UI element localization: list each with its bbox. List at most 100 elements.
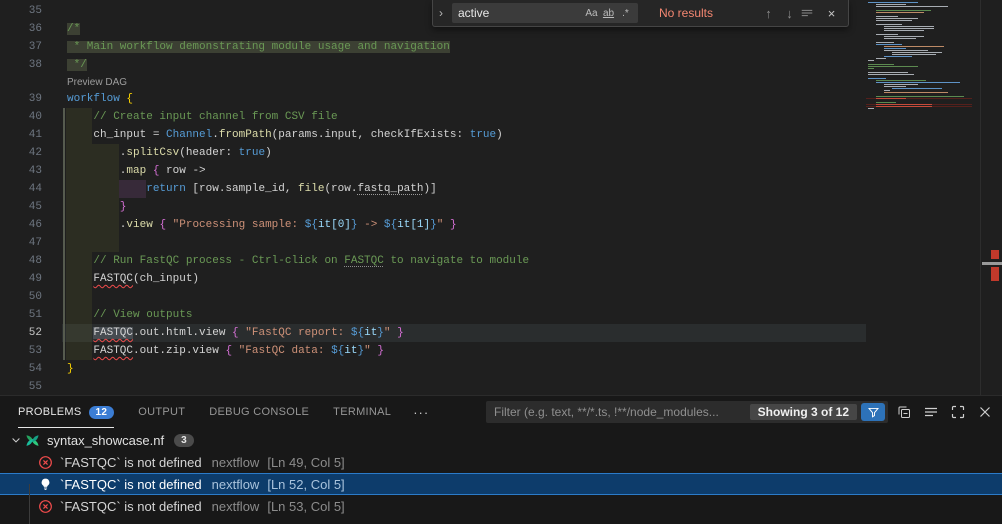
code-line[interactable]: 49 FASTQC(ch_input) bbox=[0, 270, 866, 288]
panel-tab-problems[interactable]: PROBLEMS12 bbox=[18, 396, 114, 428]
find-input[interactable]: active Aa ab .* bbox=[452, 3, 638, 23]
panel-tab-output[interactable]: OUTPUT bbox=[138, 396, 185, 428]
line-number[interactable]: 47 bbox=[0, 234, 62, 252]
ruler-error-mark bbox=[991, 267, 999, 281]
code-line[interactable]: 40 // Create input channel from CSV file bbox=[0, 108, 866, 126]
chevron-down-icon[interactable] bbox=[8, 434, 24, 446]
line-number[interactable]: 48 bbox=[0, 252, 62, 270]
line-number[interactable]: 49 bbox=[0, 270, 62, 288]
filter-funnel-icon[interactable] bbox=[861, 403, 885, 421]
line-number[interactable]: 37 bbox=[0, 38, 62, 56]
minimap-line bbox=[866, 62, 974, 63]
code-line[interactable]: 50 bbox=[0, 288, 866, 306]
minimap-line bbox=[866, 94, 974, 95]
line-number[interactable]: 43 bbox=[0, 162, 62, 180]
toggle-replace-icon[interactable]: › bbox=[439, 6, 452, 20]
minimap-line bbox=[866, 38, 974, 39]
panel-tab-terminal[interactable]: TERMINAL bbox=[333, 396, 391, 428]
code-line[interactable]: 54} bbox=[0, 360, 866, 378]
line-number[interactable]: 46 bbox=[0, 216, 62, 234]
minimap[interactable] bbox=[866, 2, 974, 395]
code-line[interactable]: 55 bbox=[0, 378, 866, 395]
code-line[interactable]: 45 } bbox=[0, 198, 866, 216]
code-line[interactable]: 42 .splitCsv(header: true) bbox=[0, 144, 866, 162]
problem-row[interactable]: `FASTQC` is not definednextflow[Ln 53, C… bbox=[0, 495, 1002, 517]
close-panel-icon[interactable] bbox=[974, 401, 996, 423]
minimap-line bbox=[866, 46, 974, 47]
next-match-icon[interactable]: ↓ bbox=[779, 6, 800, 21]
line-number[interactable]: 40 bbox=[0, 108, 62, 126]
line-number[interactable]: 50 bbox=[0, 288, 62, 306]
line-number[interactable]: 54 bbox=[0, 360, 62, 378]
collapse-all-icon[interactable] bbox=[893, 401, 915, 423]
line-number[interactable]: 44 bbox=[0, 180, 62, 198]
problem-row[interactable]: `FASTQC` is not definednextflow[Ln 49, C… bbox=[0, 451, 1002, 473]
maximize-panel-icon[interactable] bbox=[947, 401, 969, 423]
previous-match-icon[interactable]: ↑ bbox=[758, 6, 779, 21]
line-number[interactable]: 41 bbox=[0, 126, 62, 144]
minimap-line bbox=[866, 76, 974, 77]
problems-file-row[interactable]: syntax_showcase.nf 3 bbox=[0, 429, 1002, 451]
code-line[interactable]: 37 * Main workflow demonstrating module … bbox=[0, 38, 866, 56]
ruler-error-mark bbox=[991, 250, 999, 259]
line-number[interactable]: 38 bbox=[0, 56, 62, 74]
minimap-line bbox=[866, 58, 974, 59]
line-number[interactable]: 39 bbox=[0, 90, 62, 108]
view-as-table-icon[interactable] bbox=[920, 401, 942, 423]
code-line[interactable]: 53 FASTQC.out.zip.view { "FastQC data: $… bbox=[0, 342, 866, 360]
close-find-icon[interactable]: × bbox=[821, 6, 842, 21]
panel-tab-debug-console[interactable]: DEBUG CONSOLE bbox=[209, 396, 309, 428]
line-number[interactable]: 36 bbox=[0, 20, 62, 38]
panel-tabs: PROBLEMS12 OUTPUT DEBUG CONSOLE TERMINAL bbox=[0, 396, 391, 428]
minimap-line bbox=[866, 70, 974, 71]
editor-lines: 3536/*37 * Main workflow demonstrating m… bbox=[0, 2, 866, 395]
minimap-line bbox=[866, 4, 974, 5]
minimap-line bbox=[866, 54, 974, 55]
code-line[interactable]: 43 .map { row -> bbox=[0, 162, 866, 180]
minimap-line bbox=[866, 2, 974, 3]
minimap-line bbox=[866, 24, 974, 25]
code-line[interactable]: 46 .view { "Processing sample: ${it[0]} … bbox=[0, 216, 866, 234]
minimap-line bbox=[866, 88, 974, 89]
line-number[interactable]: 53 bbox=[0, 342, 62, 360]
error-icon bbox=[38, 455, 53, 470]
code-line[interactable]: 38 */ bbox=[0, 56, 866, 74]
minimap-line bbox=[866, 20, 974, 21]
minimap-line bbox=[866, 18, 974, 19]
problems-filter-input[interactable]: Filter (e.g. text, **/*.ts, !**/node_mod… bbox=[486, 401, 888, 423]
code-line[interactable]: 39workflow { bbox=[0, 90, 866, 108]
find-query[interactable]: active bbox=[458, 6, 583, 20]
code-line[interactable]: 44 return [row.sample_id, file(row.fastq… bbox=[0, 180, 866, 198]
problem-source: nextflow bbox=[212, 477, 260, 492]
whole-word-icon[interactable]: ab bbox=[600, 8, 617, 19]
line-number[interactable]: 55 bbox=[0, 378, 62, 395]
code-editor[interactable]: 3536/*37 * Main workflow demonstrating m… bbox=[0, 0, 866, 395]
problem-row[interactable]: `FASTQC` is not definednextflow[Ln 52, C… bbox=[0, 473, 1002, 495]
line-number[interactable]: 52 bbox=[0, 324, 62, 342]
match-case-icon[interactable]: Aa bbox=[583, 8, 600, 19]
code-line[interactable]: 47 bbox=[0, 234, 866, 252]
minimap-line bbox=[866, 106, 972, 107]
minimap-line bbox=[866, 10, 974, 11]
minimap-line bbox=[866, 108, 974, 109]
minimap-line bbox=[866, 48, 974, 49]
problems-file-name: syntax_showcase.nf bbox=[47, 433, 164, 448]
line-number[interactable]: 35 bbox=[0, 2, 62, 20]
problem-source: nextflow bbox=[212, 499, 260, 514]
find-in-selection-icon[interactable] bbox=[800, 6, 821, 20]
line-number[interactable]: 42 bbox=[0, 144, 62, 162]
line-number[interactable]: 45 bbox=[0, 198, 62, 216]
code-line[interactable]: 51 // View outputs bbox=[0, 306, 866, 324]
codelens-link[interactable]: Preview DAG bbox=[67, 77, 127, 88]
find-results-count: No results bbox=[659, 6, 713, 20]
regex-icon[interactable]: .* bbox=[617, 8, 634, 19]
code-line[interactable]: 48 // Run FastQC process - Ctrl-click on… bbox=[0, 252, 866, 270]
minimap-line bbox=[866, 66, 974, 67]
line-number[interactable]: 51 bbox=[0, 306, 62, 324]
minimap-line bbox=[866, 26, 974, 27]
code-line[interactable]: 52 FASTQC.out.html.view { "FastQC report… bbox=[0, 324, 866, 342]
more-actions-icon[interactable]: ··· bbox=[413, 405, 429, 420]
minimap-line bbox=[866, 84, 974, 85]
overview-ruler[interactable] bbox=[980, 0, 1002, 395]
code-line[interactable]: 41 ch_input = Channel.fromPath(params.in… bbox=[0, 126, 866, 144]
